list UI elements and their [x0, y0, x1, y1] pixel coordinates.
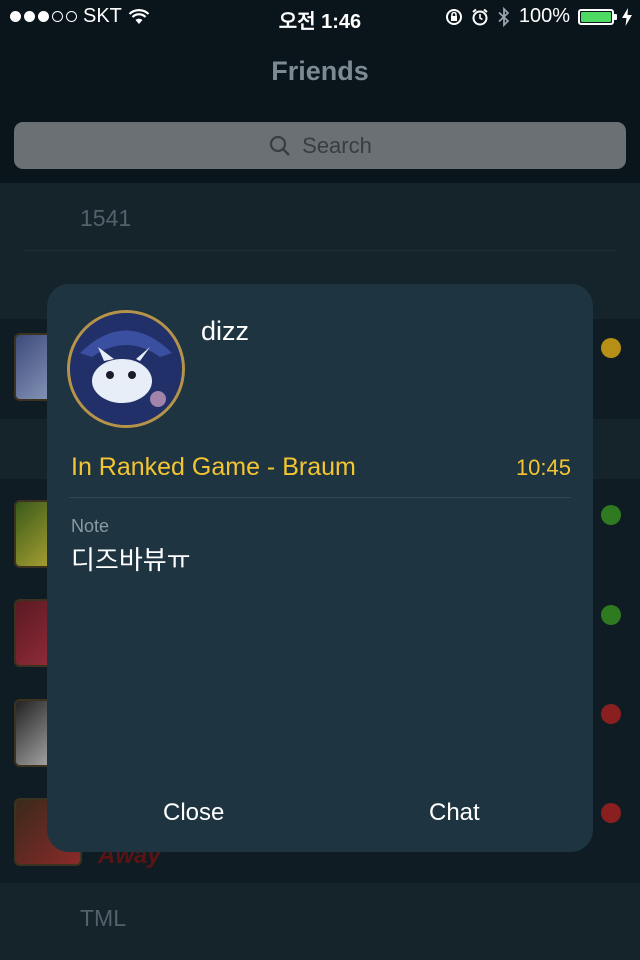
search-icon: [270, 135, 290, 156]
search-input[interactable]: Search: [14, 122, 626, 169]
status-dot-away: [601, 803, 621, 823]
status-bar: SKT 오전 1:46 100%: [0, 0, 640, 34]
status-dot-away: [601, 704, 621, 724]
friend-detail-popup: dizz In Ranked Game - Braum 10:45 Note 디…: [47, 284, 593, 852]
section-header-1541[interactable]: 1541: [0, 183, 640, 251]
bluetooth-icon: [498, 6, 510, 27]
alarm-icon: [472, 8, 488, 25]
game-duration: 10:45: [515, 455, 571, 480]
section-label: TML: [80, 905, 126, 931]
search-placeholder: Search: [302, 132, 372, 158]
battery-percent: 100%: [518, 5, 570, 27]
champion-portrait-icon: [70, 313, 182, 425]
section-header-tml[interactable]: TML: [0, 883, 640, 960]
chat-button[interactable]: Chat: [423, 798, 486, 828]
friend-avatar-large: [67, 310, 185, 428]
friend-game-status: In Ranked Game - Braum: [71, 453, 356, 481]
search-area: Search: [0, 108, 640, 183]
note-label: Note: [71, 516, 110, 536]
note-text: 디즈바뷰ㅠ: [71, 545, 191, 575]
rotation-lock-icon: [445, 8, 462, 25]
charging-icon: [622, 7, 632, 26]
status-dot-in-game: [601, 338, 621, 358]
status-dot-online: [601, 505, 621, 525]
status-dot-online: [601, 605, 621, 625]
divider: [69, 497, 571, 498]
close-button[interactable]: Close: [157, 798, 230, 828]
section-label: 1541: [80, 205, 132, 231]
page-title: Friends: [271, 56, 369, 86]
navigation-bar: Friends: [0, 34, 640, 108]
battery-icon: [578, 8, 617, 25]
friend-name: dizz: [201, 316, 250, 346]
